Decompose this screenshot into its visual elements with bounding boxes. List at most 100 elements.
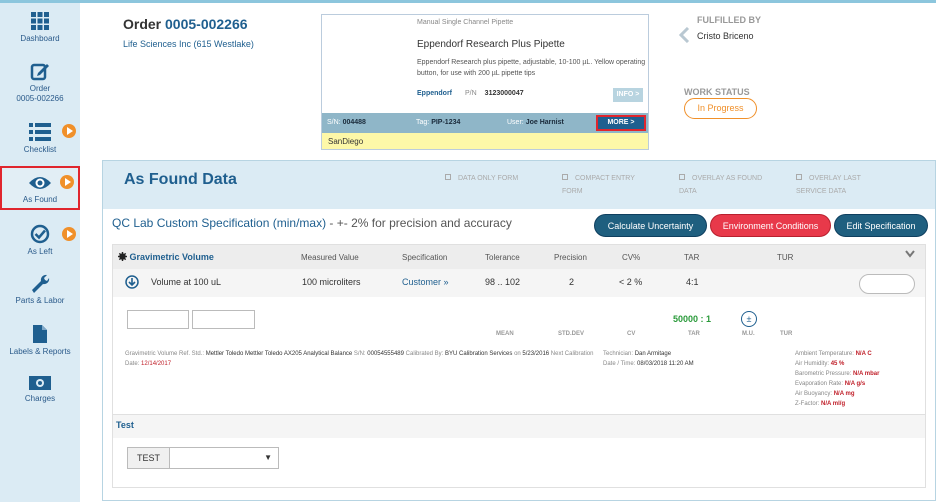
stat-std-dev: STD.DEV — [558, 331, 585, 337]
sidebar-item-order[interactable]: Order 0005-002266 — [0, 61, 80, 104]
work-status-badge[interactable]: In Progress — [684, 98, 757, 119]
col-measured-value: Measured Value — [301, 253, 359, 262]
info-button[interactable]: INFO > — [613, 88, 643, 102]
specification-title: QC Lab Custom Specification (min/max) - … — [112, 216, 512, 230]
row-toggle[interactable] — [859, 274, 915, 294]
option-label-2: SERVICE DATA — [796, 188, 847, 195]
arrow-down-circle-icon[interactable] — [125, 275, 139, 291]
option-data-only-form[interactable]: DATA ONLY FORM — [445, 172, 518, 185]
tech-label: Technician: — [603, 351, 634, 357]
option-overlay-as-found-data[interactable]: OVERLAY AS FOUND DATA — [679, 172, 762, 198]
edit-specification-button[interactable]: Edit Specification — [834, 214, 928, 237]
product-description: Eppendorf Research plus pipette, adjusta… — [417, 59, 646, 77]
col-tolerance: Tolerance — [485, 253, 520, 262]
test-select[interactable]: TEST ▼ — [127, 447, 279, 469]
checkbox-icon[interactable] — [562, 174, 568, 180]
env-humidity-label: Air Humidity: — [795, 361, 830, 367]
chevron-down-icon[interactable] — [905, 250, 915, 260]
caret-down-icon[interactable]: ▼ — [264, 453, 272, 462]
checkbox-icon[interactable] — [679, 174, 685, 180]
pn-label: P/N — [465, 90, 477, 97]
tag-label: Tag: — [416, 119, 430, 126]
play-icon[interactable] — [60, 175, 74, 189]
datetime-value: 08/03/2018 11:20 AM — [637, 361, 694, 367]
sn-value: 004488 — [342, 119, 366, 126]
ref-cal-by-label: Calibrated By: — [405, 351, 444, 357]
ref-services-value: Services — [489, 351, 513, 357]
wrench-icon — [0, 273, 80, 293]
sidebar-item-label: Labels & Reports — [9, 347, 71, 356]
ref-on-value: 5/23/2016 — [522, 351, 550, 357]
sidebar-item-dashboard[interactable]: Dashboard — [0, 11, 80, 44]
tech-value: Dan Armitage — [634, 351, 672, 357]
option-label: DATA ONLY FORM — [458, 175, 519, 182]
asset-tag: Tag: PIP-1234 — [416, 119, 460, 126]
fulfilled-by-label: FULFILLED BY — [697, 15, 761, 25]
row-spec-link[interactable]: Customer » — [402, 277, 449, 287]
option-compact-entry-form[interactable]: COMPACT ENTRY FORM — [562, 172, 635, 198]
sidebar-item-charges[interactable]: Charges — [0, 375, 80, 404]
play-icon[interactable] — [62, 124, 76, 138]
customer-link[interactable]: Life Sciences Inc (615 Westlake) — [123, 39, 254, 49]
env-buoyancy-label: Air Buoyancy: — [795, 391, 833, 397]
gear-icon — [118, 252, 130, 262]
play-icon[interactable] — [62, 227, 76, 241]
order-title: Order 0005-002266 — [123, 16, 248, 32]
ref-std-label: Gravimetric Volume Ref. Std.: — [125, 351, 205, 357]
sidebar-item-label: Charges — [24, 394, 56, 403]
env-zfactor-value: N/A ml/g — [821, 401, 846, 407]
row-tar: 4:1 — [686, 277, 699, 287]
test-section-header: Test — [113, 414, 925, 438]
spec-name: QC Lab Custom Specification (min/max) — [112, 216, 327, 230]
table-row: Volume at 100 uL 100 microliters Custome… — [113, 269, 925, 297]
ref-cal-by-value: BYU Calibration — [445, 351, 488, 357]
env-temp-label: Ambient Temperature: — [795, 351, 854, 357]
env-zfactor-label: Z-Factor: — [795, 401, 820, 407]
row-name: Volume at 100 uL — [151, 277, 222, 287]
environment-info: Ambient Temperature: N/A C Air Humidity:… — [795, 349, 879, 409]
grid-header: Gravimetric Volume Measured Value Specif… — [113, 245, 925, 269]
section-name[interactable]: Gravimetric Volume — [118, 252, 214, 262]
measurement-input-2[interactable] — [192, 310, 255, 329]
row-tolerance: 98 .. 102 — [485, 277, 521, 287]
env-evap-value: N/A g/s — [844, 381, 866, 387]
assigned-user: User: Joe Harnist — [507, 119, 564, 126]
plus-minus-icon[interactable]: ± — [741, 311, 757, 327]
datetime-label: Date / Time: — [603, 361, 636, 367]
option-overlay-last-service-data[interactable]: OVERLAY LAST SERVICE DATA — [796, 172, 861, 198]
checkbox-icon[interactable] — [445, 174, 451, 180]
tar-ratio: 50000 : 1 — [673, 314, 712, 324]
product-location: SanDiego — [322, 133, 648, 149]
sidebar: Dashboard Order 0005-002266 Checklist As… — [0, 3, 80, 502]
checkbox-icon[interactable] — [796, 174, 802, 180]
more-button[interactable]: MORE > — [596, 115, 646, 131]
sidebar-item-label: Order 0005-002266 — [0, 84, 80, 104]
sidebar-item-parts-labor[interactable]: Parts & Labor — [0, 273, 80, 306]
order-number-label: 0005-002266 — [16, 94, 64, 103]
chevron-left-icon[interactable] — [678, 26, 690, 48]
reference-standard-info: Gravimetric Volume Ref. Std.: Mettler To… — [125, 349, 595, 369]
spec-note: - +- 2% for precision and accuracy — [326, 216, 512, 230]
col-precision: Precision — [554, 253, 587, 262]
col-tur: TUR — [777, 253, 794, 262]
env-buoyancy-value: N/A mg — [833, 391, 855, 397]
edit-icon — [0, 61, 80, 81]
measurement-input-1[interactable] — [127, 310, 189, 329]
row-measured: 100 microliters — [302, 277, 361, 287]
environment-conditions-button[interactable]: Environment Conditions — [710, 214, 831, 237]
product-id-bar: S/N: 004488 Tag: PIP-1234 User: Joe Harn… — [322, 113, 648, 133]
user-label: User: — [507, 119, 524, 126]
grid-icon — [0, 11, 80, 31]
order-label: Order — [29, 84, 51, 93]
test-select-label: TEST — [128, 448, 170, 468]
as-found-panel: As Found Data DATA ONLY FORM COMPACT ENT… — [102, 160, 936, 501]
col-cv: CV% — [622, 253, 641, 262]
serial-number: S/N: 004488 — [327, 119, 366, 126]
sidebar-item-labels-reports[interactable]: Labels & Reports — [0, 324, 80, 357]
sidebar-item-label: As Left — [27, 247, 53, 256]
stat-tur: TUR — [780, 331, 793, 337]
calculate-uncertainty-button[interactable]: Calculate Uncertainty — [594, 214, 707, 237]
product-category: Manual Single Channel Pipette — [417, 19, 514, 26]
product-brand: Eppendorf — [417, 90, 452, 97]
sn-label: S/N: — [327, 119, 341, 126]
